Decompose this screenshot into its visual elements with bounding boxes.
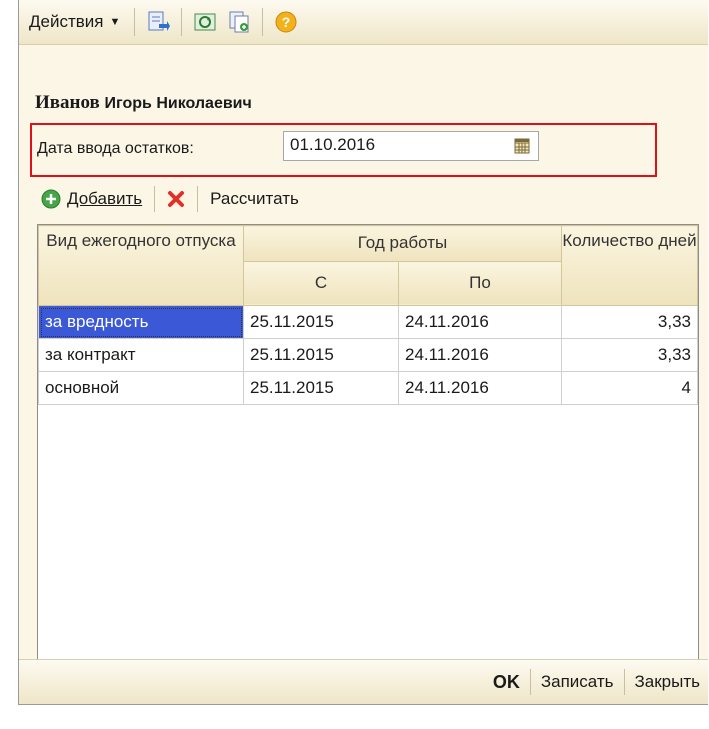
cell-from[interactable]: 25.11.2015 [243, 338, 399, 372]
toolbar-separator [134, 8, 136, 36]
cell-days[interactable]: 3,33 [561, 305, 698, 339]
table-row[interactable]: основной 25.11.2015 24.11.2016 4 [38, 371, 698, 405]
calendar-icon[interactable] [509, 133, 535, 159]
footer-separator [623, 669, 625, 695]
footer-buttons: OK Записать Закрыть [493, 660, 700, 704]
employee-name: Иванов Игорь Николаевич [35, 92, 252, 114]
table-action-bar: Добавить Рассчитать [41, 182, 299, 216]
employee-first-middle-name: Игорь Николаевич [104, 95, 252, 112]
employee-last-name: Иванов [35, 92, 100, 113]
toolbar-separator [181, 8, 183, 36]
delete-x-icon [168, 191, 185, 207]
dialog-window: Действия ▼ ? Иванов Игорь Николаевич Дат… [18, 0, 708, 705]
cell-type[interactable]: основной [38, 371, 244, 405]
dialog-footer: OK Записать Закрыть [19, 659, 708, 704]
add-button-label: Добавить [67, 189, 143, 208]
table-row[interactable]: за вредность 25.11.2015 24.11.2016 3,33 [38, 305, 698, 339]
vacation-table: Вид ежегодного отпуска Год работы Количе… [37, 224, 699, 679]
copy-document-icon[interactable] [222, 7, 256, 37]
refresh-icon[interactable] [188, 7, 222, 37]
column-header-days[interactable]: Количество дней [561, 225, 698, 306]
action-separator [197, 186, 199, 212]
plus-circle-icon [41, 189, 61, 209]
column-header-type[interactable]: Вид ежегодного отпуска [38, 225, 244, 306]
help-icon[interactable]: ? [269, 7, 303, 37]
cell-to[interactable]: 24.11.2016 [398, 338, 562, 372]
svg-text:?: ? [282, 14, 291, 30]
cell-from[interactable]: 25.11.2015 [243, 305, 399, 339]
cell-type[interactable]: за вредность [38, 305, 244, 339]
toolbar: Действия ▼ ? [19, 0, 708, 45]
footer-separator [529, 669, 531, 695]
cell-from[interactable]: 25.11.2015 [243, 371, 399, 405]
column-header-year[interactable]: Год работы [243, 225, 562, 262]
cell-to[interactable]: 24.11.2016 [398, 371, 562, 405]
cell-days[interactable]: 4 [561, 371, 698, 405]
ok-button[interactable]: OK [493, 672, 520, 693]
delete-button[interactable] [167, 190, 185, 208]
toolbar-separator [262, 8, 264, 36]
actions-menu-label: Действия [29, 12, 104, 31]
column-header-from[interactable]: С [243, 260, 399, 307]
move-down-icon[interactable] [141, 7, 175, 37]
action-separator [154, 186, 156, 212]
column-header-to[interactable]: По [398, 260, 562, 307]
date-field-label: Дата ввода остатков: [37, 140, 194, 157]
actions-menu-button[interactable]: Действия ▼ [19, 7, 128, 37]
calculate-button[interactable]: Рассчитать [210, 189, 299, 209]
balance-date-input[interactable]: 01.10.2016 [283, 131, 539, 161]
add-button[interactable]: Добавить [41, 189, 142, 209]
save-button[interactable]: Записать [541, 672, 614, 692]
close-button[interactable]: Закрыть [635, 672, 700, 692]
table-row[interactable]: за контракт 25.11.2015 24.11.2016 3,33 [38, 338, 698, 372]
chevron-down-icon: ▼ [109, 16, 121, 28]
cell-to[interactable]: 24.11.2016 [398, 305, 562, 339]
cell-days[interactable]: 3,33 [561, 338, 698, 372]
cell-type[interactable]: за контракт [38, 338, 244, 372]
